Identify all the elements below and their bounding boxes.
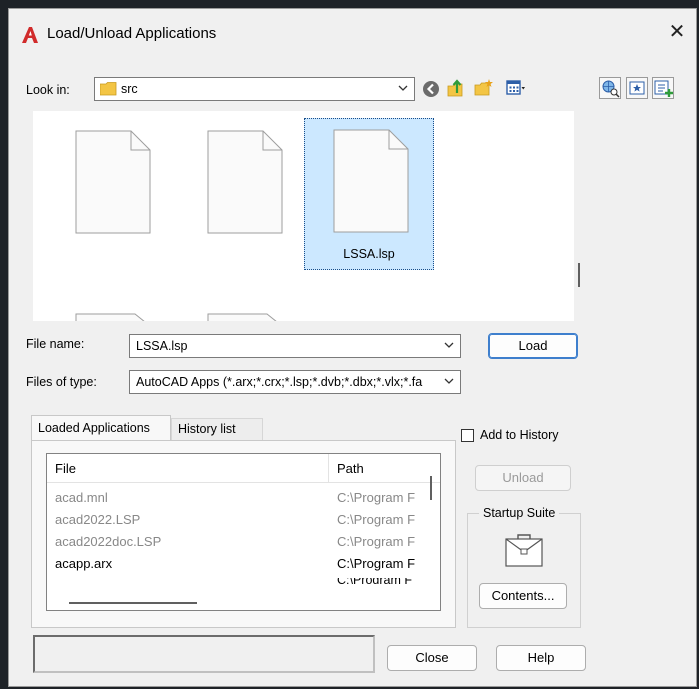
unload-button[interactable]: Unload (475, 465, 571, 491)
list-item[interactable]: acad.mnl C:\Program F (47, 486, 427, 508)
briefcase-icon (505, 534, 543, 567)
file-name-label: LSSA.lsp (343, 247, 395, 261)
back-icon[interactable] (421, 79, 441, 99)
dialog: Load/Unload Applications ✕ Look in: src (8, 8, 697, 687)
startup-suite-contents-button[interactable]: Contents... (479, 583, 567, 609)
file-pane-scrollbar[interactable] (578, 263, 580, 287)
tab-loaded-applications[interactable]: Loaded Applications (31, 415, 171, 441)
list-item-path: C:\Program F (337, 534, 416, 549)
list-item-file: acad2022.LSP (55, 512, 141, 527)
up-one-level-icon[interactable] (446, 78, 466, 98)
list-header: File Path (47, 454, 440, 483)
generic-file-icon[interactable] (75, 307, 151, 321)
window-title: Load/Unload Applications (47, 25, 217, 42)
startup-suite-title: Startup Suite (479, 506, 560, 520)
generic-file-icon (75, 130, 151, 234)
list-item-path: C:\Program F (337, 490, 416, 505)
favorites-folder-icon[interactable] (626, 77, 648, 99)
look-in-label: Look in: (26, 83, 70, 97)
generic-file-icon (207, 130, 283, 234)
list-horizontal-scrollbar[interactable] (69, 602, 197, 604)
file-item-selected[interactable]: LSSA.lsp (304, 118, 434, 270)
web-search-icon[interactable] (599, 77, 621, 99)
list-item-partial: C:\Program F (337, 578, 427, 584)
files-of-type-value: AutoCAD Apps (*.arx;*.crx;*.lsp;*.dvb;*.… (136, 375, 423, 389)
list-item[interactable]: acad2022doc.LSP C:\Program F (47, 530, 427, 552)
tab-history-list[interactable]: History list (171, 418, 263, 441)
close-window-button[interactable]: ✕ (662, 19, 692, 45)
list-item-file: acad.mnl (55, 490, 108, 505)
files-of-type-select[interactable]: AutoCAD Apps (*.arx;*.crx;*.lsp;*.dvb;*.… (129, 370, 461, 394)
file-name-value: LSSA.lsp (136, 339, 188, 353)
create-folder-icon[interactable] (474, 78, 494, 98)
file-name-input[interactable]: LSSA.lsp (129, 334, 461, 358)
file-item[interactable] (47, 120, 177, 272)
generic-file-icon[interactable] (207, 307, 283, 321)
chevron-down-icon (444, 378, 454, 384)
list-item[interactable]: acad2022.LSP C:\Program F (47, 508, 427, 530)
close-button[interactable]: Close (387, 645, 477, 671)
list-item[interactable]: acapp.arx C:\Program F (47, 552, 427, 574)
help-button[interactable]: Help (496, 645, 586, 671)
file-name-label: File name: (26, 337, 85, 351)
loaded-applications-panel: File Path acad.mnl C:\Program F acad2022… (31, 440, 456, 628)
folder-icon (100, 82, 117, 96)
list-item-path: C:\Program F (337, 512, 416, 527)
list-vertical-scrollbar[interactable] (430, 476, 432, 500)
file-item[interactable] (179, 120, 309, 272)
status-field (33, 635, 375, 673)
autocad-logo-icon (22, 27, 38, 43)
generic-file-icon (333, 129, 409, 233)
loaded-applications-list[interactable]: File Path acad.mnl C:\Program F acad2022… (46, 453, 441, 611)
add-to-history-checkbox[interactable] (461, 429, 474, 442)
look-in-value: src (121, 82, 138, 96)
file-browser-pane[interactable]: LSSA.lsp (33, 111, 574, 321)
startup-suite-group (467, 513, 581, 628)
column-header-file[interactable]: File (55, 461, 76, 476)
files-of-type-label: Files of type: (26, 375, 97, 389)
list-item-path: C:\Program F (337, 556, 416, 571)
title-bar: Load/Unload Applications ✕ (9, 9, 696, 55)
chevron-down-icon[interactable] (442, 338, 456, 352)
add-to-favorites-icon[interactable] (652, 77, 674, 99)
chevron-down-icon (398, 85, 408, 91)
column-divider[interactable] (328, 454, 329, 482)
look-in-combo[interactable]: src (94, 77, 415, 101)
add-to-history-label: Add to History (480, 428, 559, 442)
column-header-path[interactable]: Path (337, 461, 364, 476)
load-button[interactable]: Load (488, 333, 578, 359)
list-item-file: acapp.arx (55, 556, 113, 571)
list-item-file: acad2022doc.LSP (55, 534, 162, 549)
views-menu-icon[interactable] (506, 79, 526, 99)
